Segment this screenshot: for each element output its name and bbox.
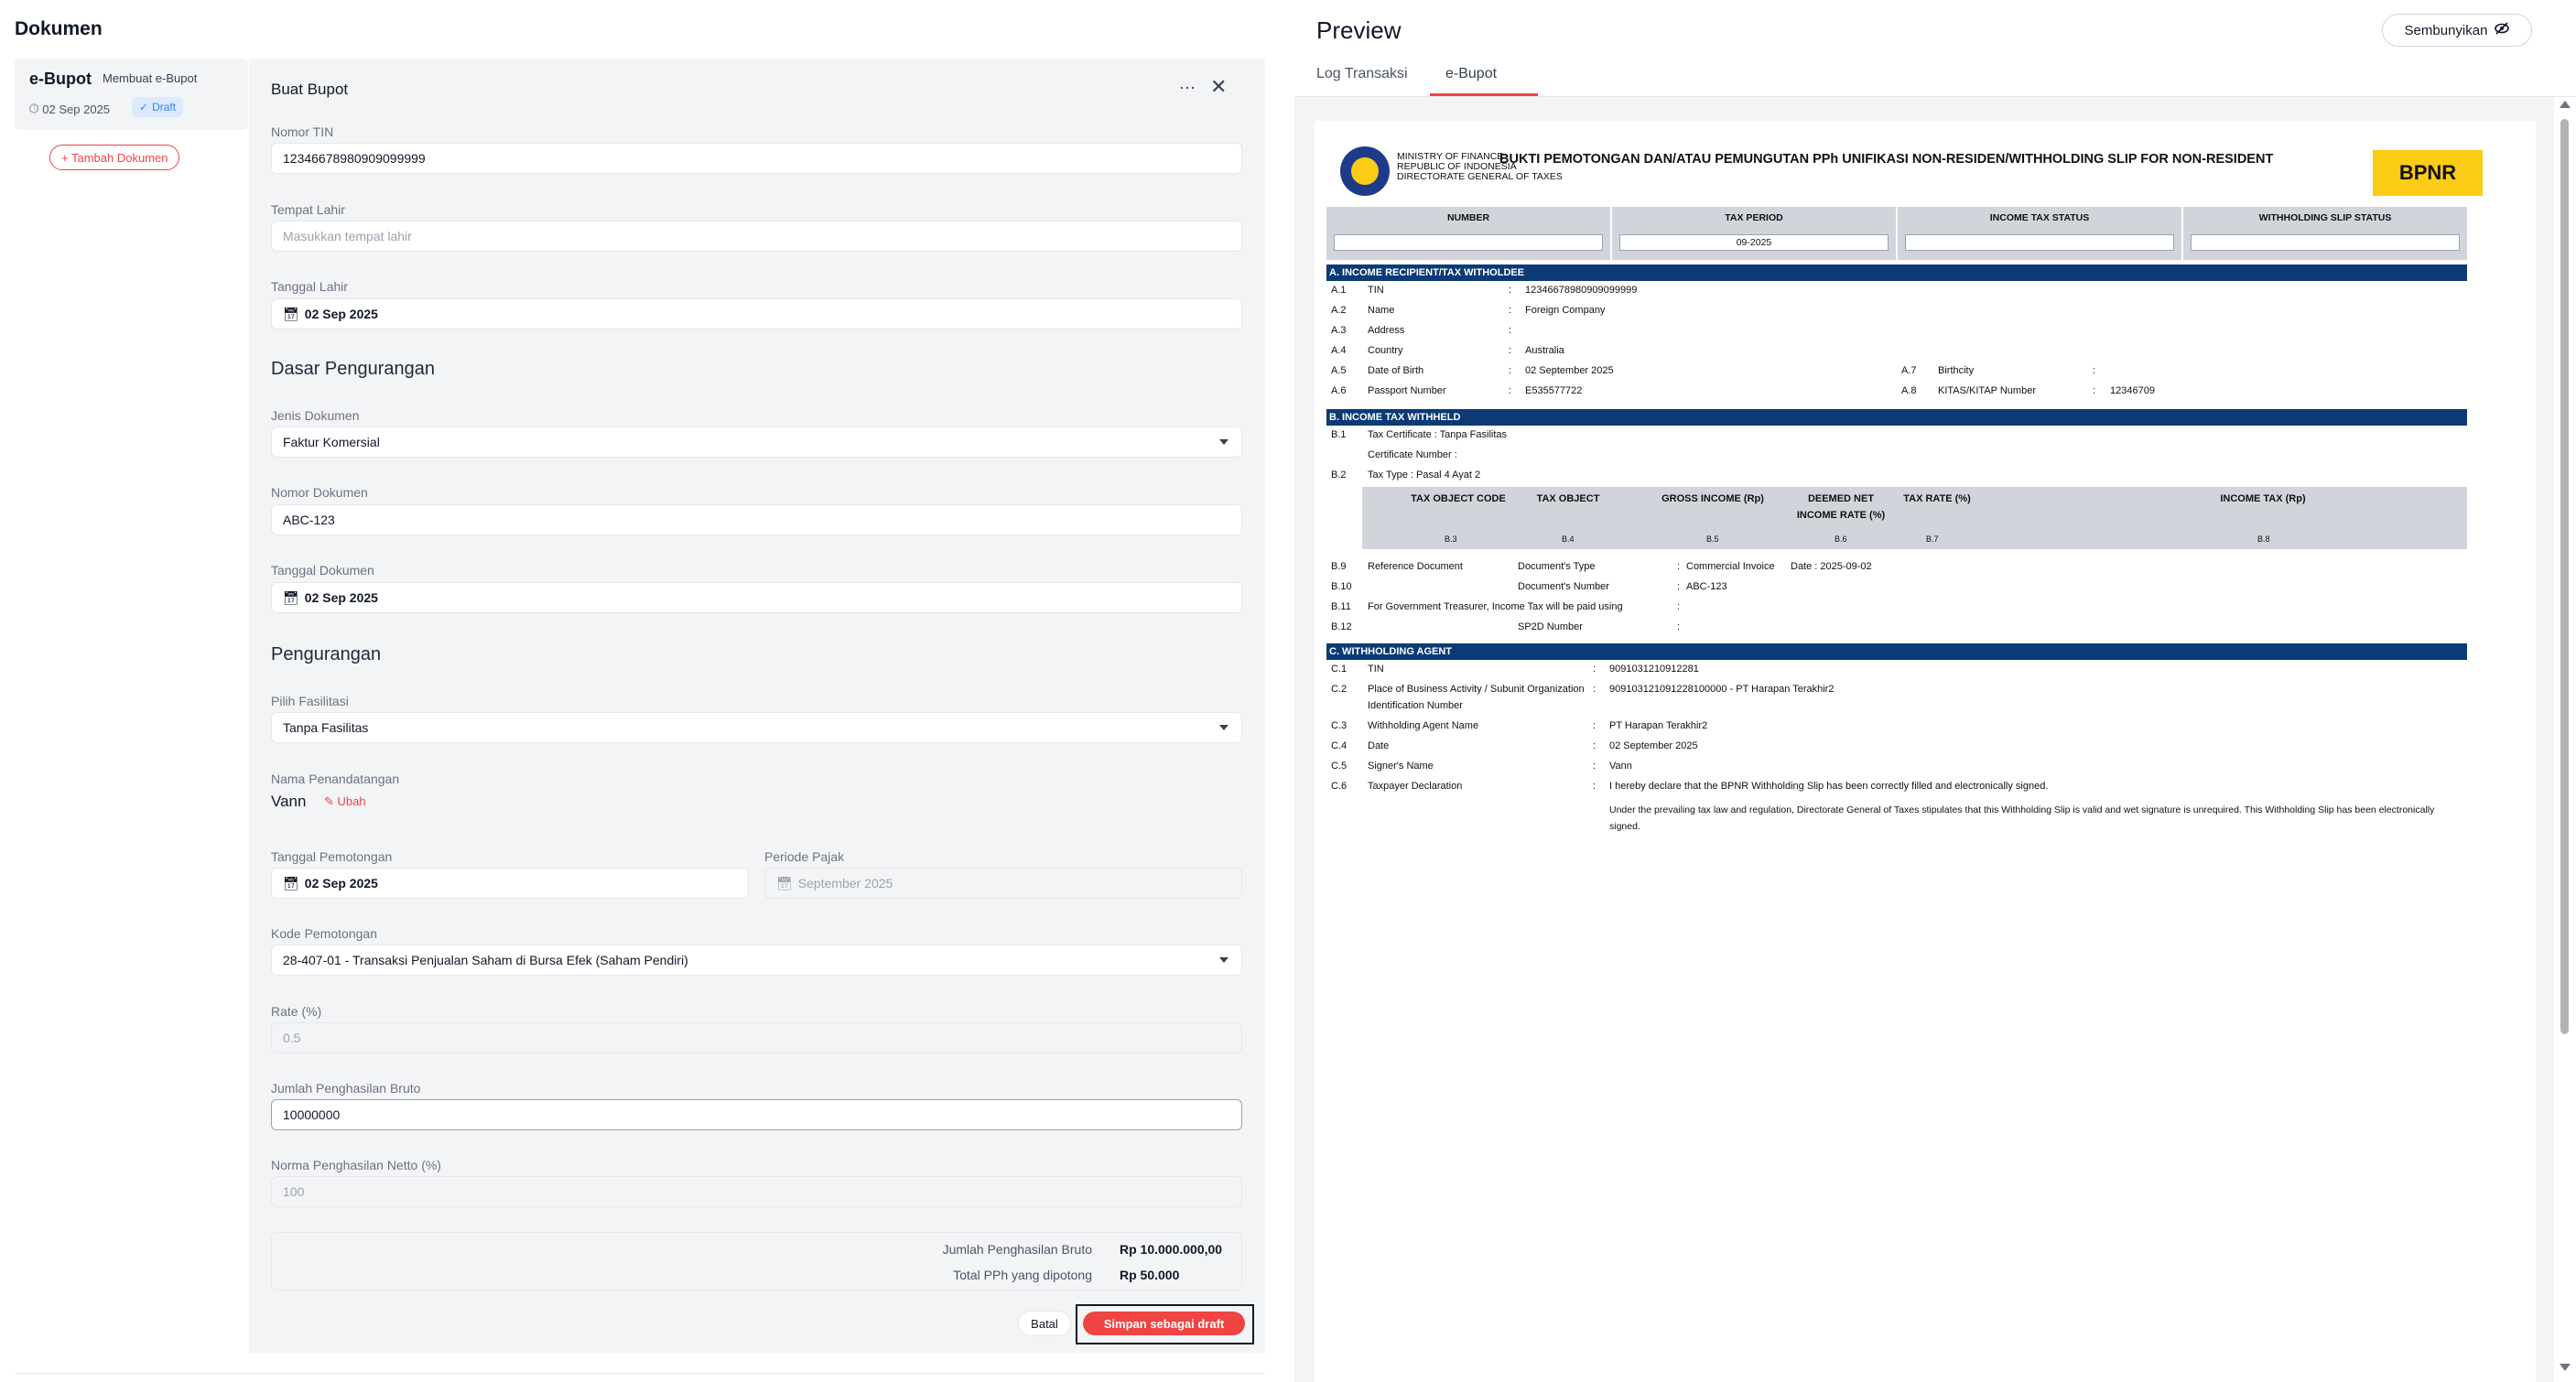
document-panel: Dokumen e-Bupot Membuat e-Bupot 🕓︎ 02 Se… [0,0,1282,1382]
scroll-up-icon[interactable] [2560,101,2571,108]
rate-label: Rate (%) [271,1004,322,1019]
gross-income-label: Jumlah Penghasilan Bruto [271,1081,421,1096]
section-c-bar: C. WITHHOLDING AGENT [1326,643,2467,660]
chevron-down-icon [1219,725,1228,730]
birthplace-label: Tempat Lahir [271,202,345,217]
preview-scrollbar[interactable] [2559,97,2571,1382]
pencil-icon: ✎ [324,794,334,808]
doc-date-input[interactable]: 📅︎ 02 Sep 2025 [271,582,1242,613]
net-income-norm-label: Norma Penghasilan Netto (%) [271,1158,441,1172]
bpnr-badge: BPNR [2373,150,2483,196]
doc-date-value: 02 Sep 2025 [304,590,378,605]
summary-tax-value: Rp 50.000 [1120,1268,1180,1282]
document-date-text: 02 Sep 2025 [42,102,111,116]
save-draft-button[interactable]: Simpan sebagai draft [1083,1312,1245,1335]
add-document-button[interactable]: + Tambah Dokumen [49,145,180,170]
birthdate-input[interactable]: 📅︎ 02 Sep 2025 [271,298,1242,329]
calendar-icon: 📅︎ [283,589,299,605]
net-income-norm-input: 100 [271,1176,1242,1207]
document-viewer: MINISTRY OF FINANCE REPUBLIC OF INDONESI… [1294,97,2554,1382]
close-icon[interactable]: ✕ [1210,75,1227,99]
tax-period-label: Periode Pajak [764,849,845,864]
birthplace-input[interactable]: Masukkan tempat lahir [271,221,1242,252]
gross-income-input[interactable]: 10000000 [271,1099,1242,1130]
doc-date-label: Tanggal Dokumen [271,563,374,578]
ministry-logo [1340,146,1390,196]
preview-panel: Preview Sembunyikan Log Transaksi e-Bupo… [1294,0,2576,1382]
preview-title: Preview [1316,16,1402,44]
facility-value: Tanpa Fasilitas [283,720,369,735]
summary-tax-label: Total PPh yang dipotong [953,1268,1092,1282]
app-root: Dokumen e-Bupot Membuat e-Bupot 🕓︎ 02 Se… [0,0,2576,1382]
doc-type-value: Faktur Komersial [283,435,380,449]
status-badge-label: Draft [152,101,177,113]
section-a-bar: A. INCOME RECIPIENT/TAX WITHOLDEE [1326,265,2467,281]
header-col-slip-status: WITHHOLDING SLIP STATUS [2183,207,2467,260]
header-col-tax-period: TAX PERIOD 09-2025 [1612,207,1898,260]
bupot-form: Buat Bupot ⋯ ✕ Nomor TIN 123466789809090… [249,59,1265,1353]
withholding-date-value: 02 Sep 2025 [304,876,378,891]
eye-off-icon [2495,22,2510,38]
scroll-thumb[interactable] [2560,119,2569,1034]
signer-edit-label: Ubah [337,794,366,808]
calendar-icon: 📅︎ [776,875,793,891]
document-card[interactable]: e-Bupot Membuat e-Bupot 🕓︎ 02 Sep 2025 ✓… [15,59,248,130]
header-table: NUMBER TAX PERIOD 09-2025 INCOME TAX STA… [1326,207,2467,260]
scroll-down-icon[interactable] [2560,1364,2571,1371]
document-heading: BUKTI PEMOTONGAN DAN/ATAU PEMUNGUTAN PPh… [1499,152,2274,167]
summary-gross-value: Rp 10.000.000,00 [1120,1242,1223,1257]
summary-gross-label: Jumlah Penghasilan Bruto [942,1242,1092,1257]
divider [15,1373,1265,1374]
signer-name: Vann [271,793,307,810]
more-icon[interactable]: ⋯ [1179,79,1196,98]
withholding-date-input[interactable]: 📅︎ 02 Sep 2025 [271,868,749,899]
tab-e-bupot[interactable]: e-Bupot [1445,66,1497,82]
signer-label: Nama Penandatangan [271,772,400,786]
check-circle-icon: ✓ [139,101,149,113]
section-dasar-pengurangan: Dasar Pengurangan [271,359,436,379]
withholding-code-select[interactable]: 28-407-01 - Transaksi Penjualan Saham di… [271,945,1242,976]
doc-number-input[interactable]: ABC-123 [271,504,1242,535]
tin-label: Nomor TIN [271,124,334,139]
withholding-code-label: Kode Pemotongan [271,926,377,941]
tax-period-value: September 2025 [797,876,893,891]
document-name: e-Bupot [29,70,92,88]
tax-period-input: 📅︎ September 2025 [764,868,1242,899]
status-badge: ✓ Draft [132,97,184,117]
document-date: 🕓︎ 02 Sep 2025 [29,102,110,116]
signer-edit-link[interactable]: ✎ Ubah [324,794,366,809]
tin-input[interactable]: 12346678980909099999 [271,143,1242,174]
header-col-number: NUMBER [1326,207,1612,260]
document-list: e-Bupot Membuat e-Bupot 🕓︎ 02 Sep 2025 ✓… [15,59,248,1358]
facility-select[interactable]: Tanpa Fasilitas [271,712,1242,743]
income-tax-table: TAX OBJECT CODE TAX OBJECT GROSS INCOME … [1362,487,2467,549]
calendar-icon: 📅︎ [283,875,299,891]
hide-preview-button[interactable]: Sembunyikan [2382,14,2532,47]
birthdate-value: 02 Sep 2025 [304,307,378,321]
tab-log-transaksi[interactable]: Log Transaksi [1316,66,1408,82]
rate-input: 0.5 [271,1022,1242,1053]
chevron-down-icon [1219,439,1228,445]
save-draft-highlight: Simpan sebagai draft [1076,1304,1254,1344]
form-title: Buat Bupot [271,81,349,98]
cancel-button[interactable]: Batal [1018,1311,1071,1336]
doc-type-select[interactable]: Faktur Komersial [271,426,1242,458]
document-subtitle: Membuat e-Bupot [103,71,198,85]
calendar-icon: 📅︎ [283,306,299,321]
doc-type-label: Jenis Dokumen [271,408,360,423]
doc-number-label: Nomor Dokumen [271,485,368,500]
section-pengurangan: Pengurangan [271,644,382,664]
panel-title: Dokumen [15,18,103,39]
withholding-date-label: Tanggal Pemotongan [271,849,393,864]
withholding-code-value: 28-407-01 - Transaksi Penjualan Saham di… [283,953,688,967]
birthdate-label: Tanggal Lahir [271,279,349,294]
hide-preview-label: Sembunyikan [2404,22,2488,38]
section-b-bar: B. INCOME TAX WITHHELD [1326,409,2467,426]
chevron-down-icon [1219,957,1228,963]
clock-icon: 🕓︎ [29,102,39,115]
summary-box: Jumlah Penghasilan Bruto Rp 10.000.000,0… [271,1232,1242,1290]
facility-label: Pilih Fasilitasi [271,694,349,708]
bpnr-document: MINISTRY OF FINANCE REPUBLIC OF INDONESI… [1315,121,2536,1382]
header-col-income-tax-status: INCOME TAX STATUS [1898,207,2183,260]
